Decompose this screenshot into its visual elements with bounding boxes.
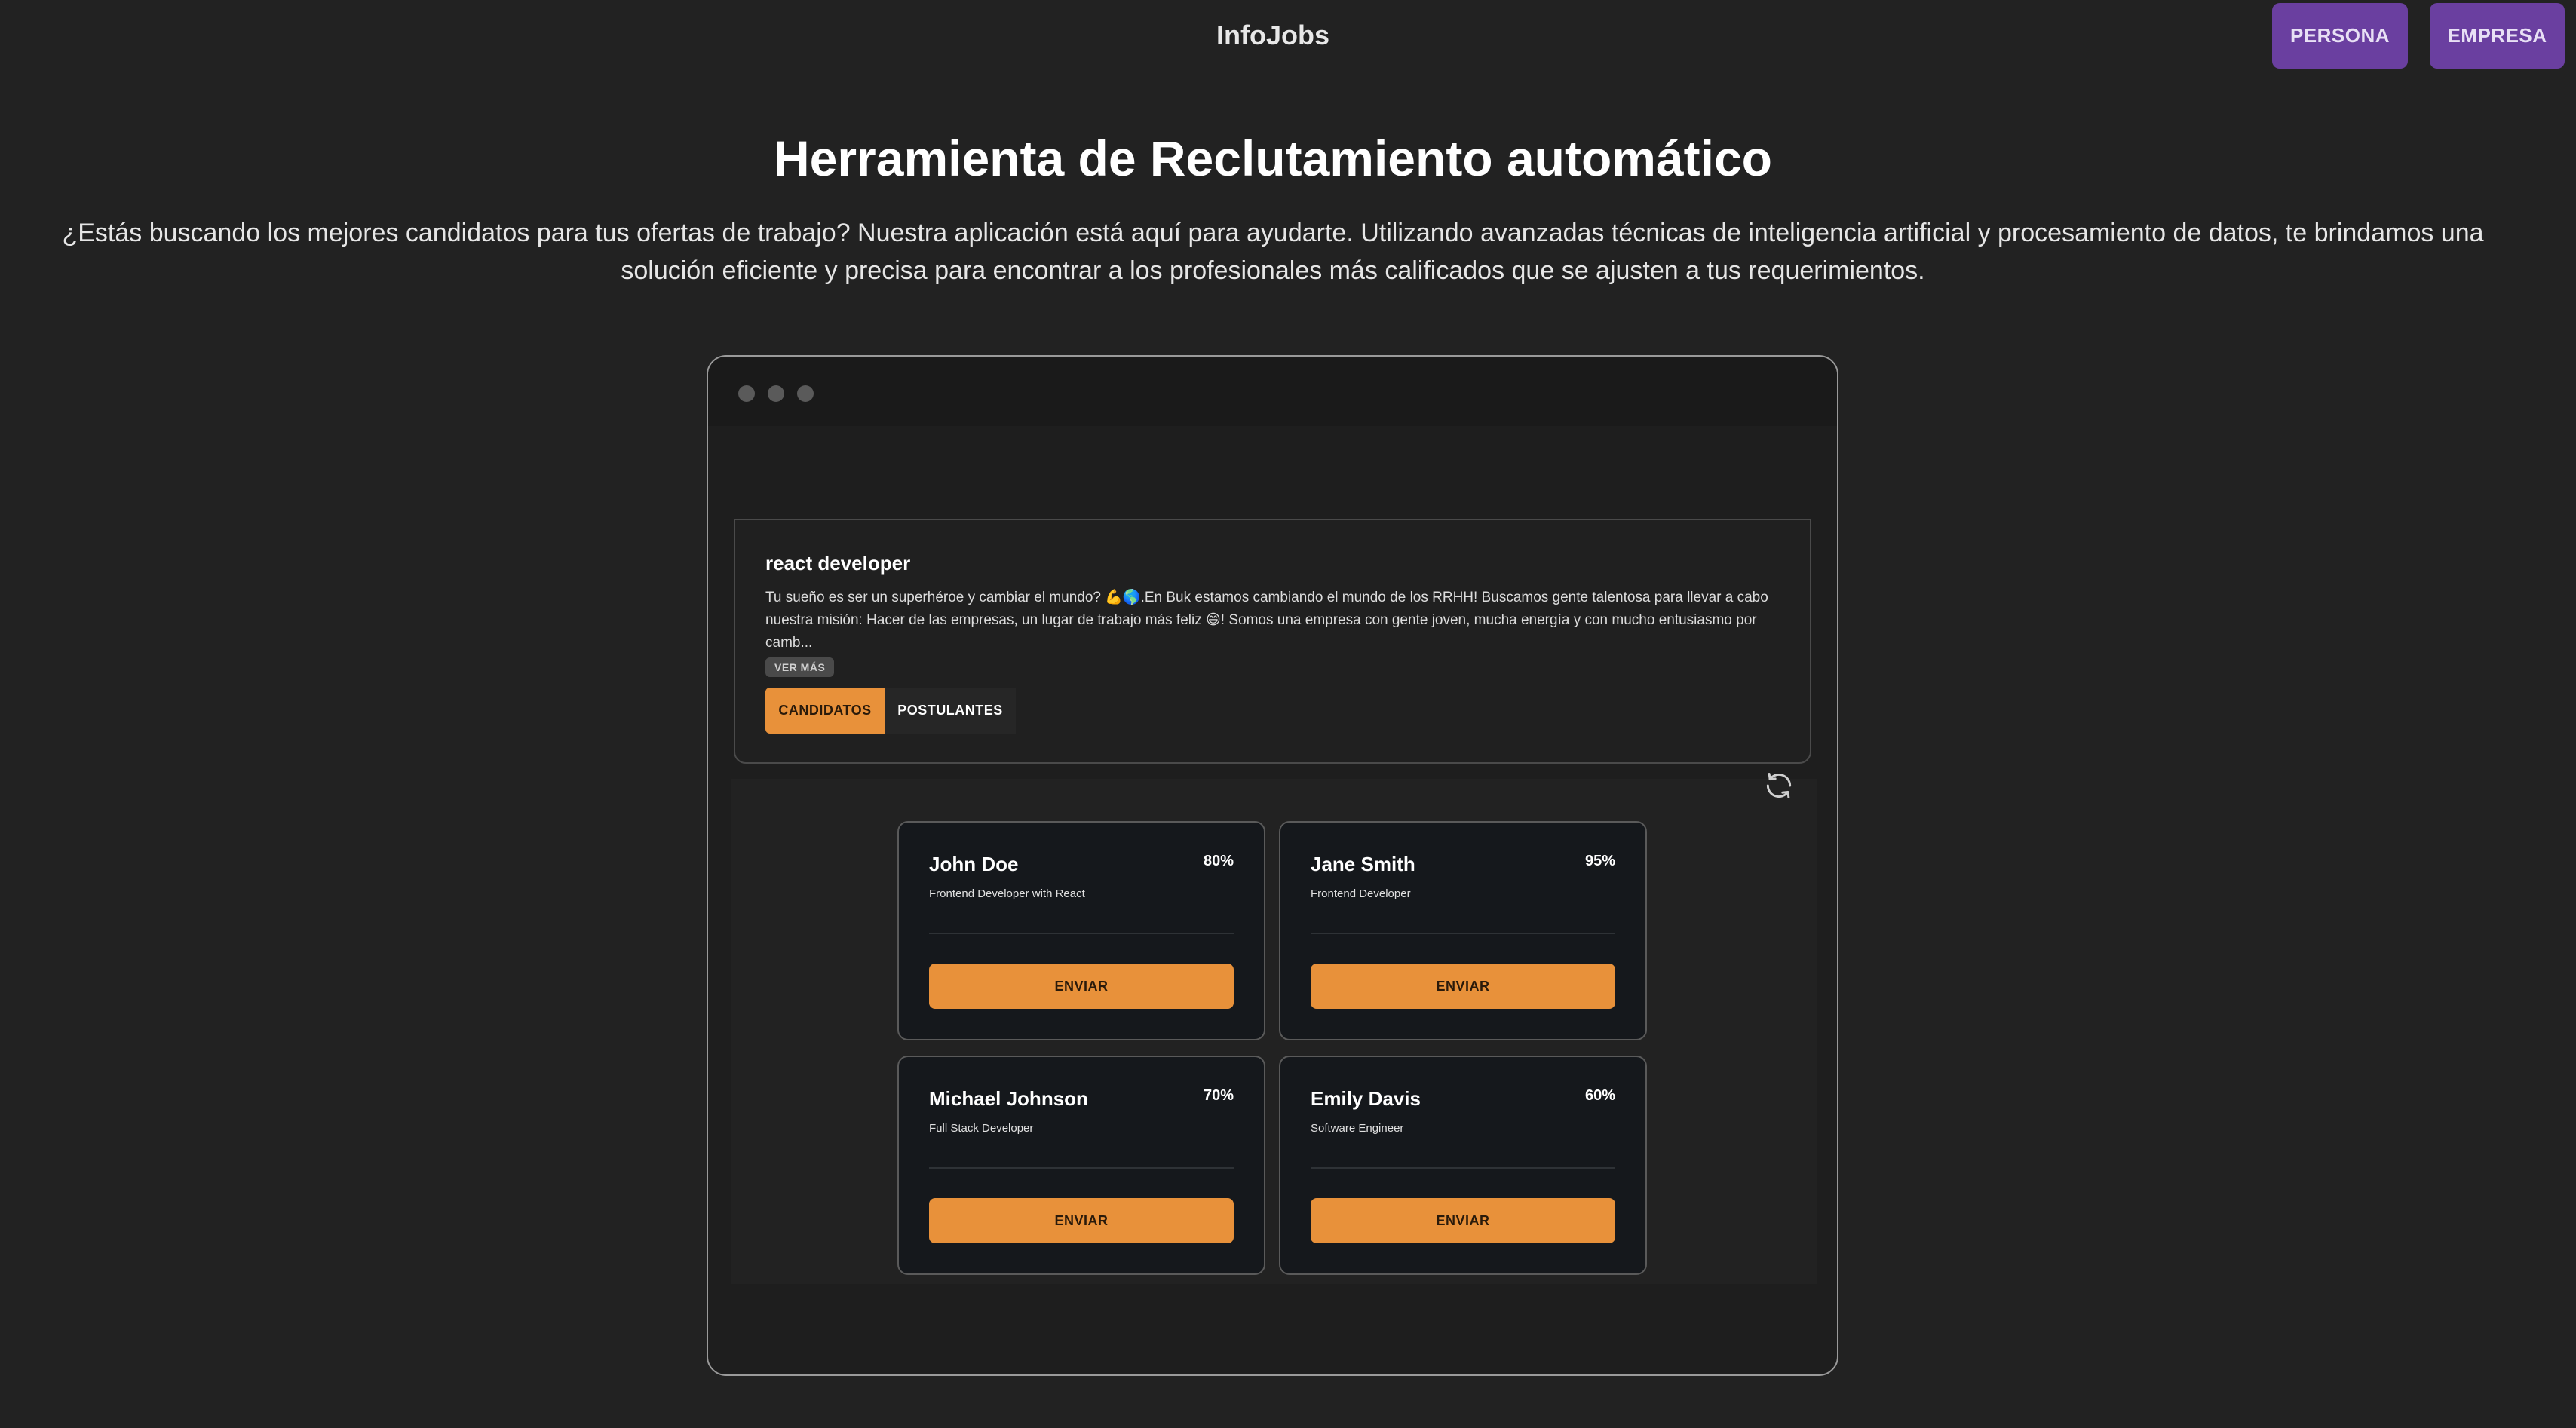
window-dot-icon (768, 385, 784, 402)
job-title: react developer (765, 552, 911, 575)
candidate-match: 95% (1584, 853, 1615, 869)
enviar-button[interactable]: ENVIAR (929, 964, 1234, 1009)
divider (929, 933, 1234, 934)
candidate-role: Software Engineer (1311, 1122, 1404, 1135)
enviar-button[interactable]: ENVIAR (1311, 964, 1615, 1009)
brand-logo[interactable]: InfoJobs (0, 20, 2546, 51)
window-title-bar (708, 357, 1837, 426)
job-offer-card: react developer Tu sueño es ser un super… (734, 519, 1811, 764)
candidate-role: Frontend Developer with React (929, 887, 1085, 900)
candidate-name: Emily Davis (1311, 1087, 1421, 1110)
enviar-button[interactable]: ENVIAR (1311, 1198, 1615, 1243)
window-dot-icon (797, 385, 814, 402)
candidate-match: 60% (1584, 1087, 1615, 1104)
persona-button[interactable]: PERSONA (2272, 3, 2408, 69)
candidate-card: Jane Smith 95% Frontend Developer ENVIAR (1279, 821, 1647, 1040)
candidate-name: Michael Johnson (929, 1087, 1088, 1110)
candidate-card: Michael Johnson 70% Full Stack Developer… (897, 1056, 1265, 1275)
job-description: Tu sueño es ser un superhéroe y cambiar … (765, 590, 1768, 651)
empresa-button[interactable]: EMPRESA (2430, 3, 2565, 69)
candidate-card: John Doe 80% Frontend Developer with Rea… (897, 821, 1265, 1040)
app-preview-window: react developer Tu sueño es ser un super… (707, 355, 1838, 1376)
hero-description: ¿Estás buscando los mejores candidatos p… (62, 219, 2484, 285)
window-dot-icon (738, 385, 755, 402)
tab-postulantes[interactable]: POSTULANTES (885, 688, 1016, 734)
candidate-match: 80% (1203, 853, 1234, 869)
divider (1311, 933, 1615, 934)
candidate-name: John Doe (929, 853, 1019, 875)
refresh-icon[interactable] (1762, 769, 1796, 802)
candidate-match: 70% (1203, 1087, 1234, 1104)
candidate-card: Emily Davis 60% Software Engineer ENVIAR (1279, 1056, 1647, 1275)
enviar-button[interactable]: ENVIAR (929, 1198, 1234, 1243)
candidate-role: Full Stack Developer (929, 1122, 1034, 1135)
page-title: Herramienta de Reclutamiento automático (774, 130, 1772, 186)
candidates-panel (731, 779, 1817, 1284)
divider (1311, 1167, 1615, 1169)
tab-candidatos[interactable]: CANDIDATOS (765, 688, 885, 734)
ver-mas-button[interactable]: VER MÁS (765, 657, 835, 677)
candidate-role: Frontend Developer (1311, 887, 1411, 900)
divider (929, 1167, 1234, 1169)
top-bar: InfoJobs PERSONA EMPRESA (0, 0, 2576, 75)
candidate-name: Jane Smith (1311, 853, 1415, 875)
